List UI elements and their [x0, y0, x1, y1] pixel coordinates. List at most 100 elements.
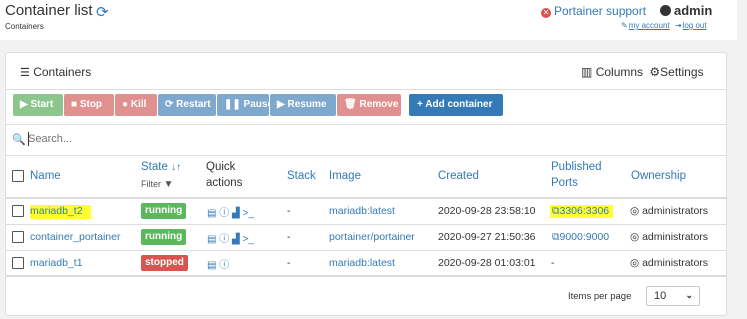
restart-button[interactable]: ⟳ Restart [158, 94, 216, 116]
published-port-value: 3306:3306 [559, 205, 610, 217]
columns-button[interactable]: ▥ Columns [581, 65, 643, 79]
ownership-label: administrators [642, 231, 709, 243]
column-ownership[interactable]: Ownership [631, 170, 686, 182]
row-checkbox[interactable] [12, 257, 24, 269]
table-footer: Items per page 10 ⌄ [6, 275, 726, 316]
refresh-icon[interactable]: ⟳ [96, 3, 109, 21]
account-links: ✎my account ⇥log out [621, 21, 707, 30]
ownership-value: ◎ administrators [630, 231, 708, 243]
times-circle-icon: ✕ [541, 8, 551, 18]
table-row: mariadb_t1 stopped ▤ ⓘ - mariadb:latest … [6, 250, 726, 277]
my-account-link[interactable]: my account [629, 21, 670, 30]
terminal-icon[interactable]: >_ [243, 234, 254, 245]
panel-title: ☰ Containers [20, 65, 91, 79]
status-badge: stopped [141, 255, 188, 271]
logs-icon[interactable]: ▤ [207, 260, 216, 271]
stack-value: - [287, 231, 291, 243]
image-link[interactable]: mariadb:latest [329, 205, 395, 217]
remove-button[interactable]: 🗑 Remove [337, 94, 401, 116]
table-row: mariadb_t2 running ▤ ⓘ ▟ >_ - mariadb:la… [6, 198, 726, 225]
filter-label: Filter [141, 179, 161, 189]
chevron-down-icon: ⌄ [685, 290, 693, 300]
search-icon: 🔍 [12, 134, 26, 146]
pause-label: Pause [243, 99, 274, 110]
gear-icon: ⚙ [649, 65, 661, 79]
info-icon[interactable]: ⓘ [219, 234, 229, 245]
image-link[interactable]: portainer/portainer [329, 231, 415, 243]
settings-label: Settings [660, 65, 704, 79]
table-row: container_portainer running ▤ ⓘ ▟ >_ - p… [6, 224, 726, 251]
container-name-link[interactable]: mariadb_t2 [30, 205, 91, 219]
terminal-icon[interactable]: >_ [243, 208, 254, 219]
list-icon: ☰ [20, 67, 30, 79]
columns-label: Columns [595, 65, 644, 79]
stop-icon: ■ [71, 99, 78, 110]
search-bar: 🔍 [6, 124, 726, 156]
eye-slash-icon: ◎ [630, 205, 640, 217]
pause-button[interactable]: ❚❚ Pause [217, 94, 273, 116]
page-title: Container list [5, 2, 93, 19]
select-all-checkbox[interactable] [12, 170, 24, 182]
column-state[interactable]: State ↓↑ [141, 161, 181, 173]
ownership-label: administrators [642, 257, 709, 269]
search-input[interactable] [28, 132, 708, 146]
container-name-link[interactable]: container_portainer [30, 231, 120, 243]
stack-value: - [287, 257, 291, 269]
log-out-link[interactable]: log out [683, 21, 707, 30]
info-icon[interactable]: ⓘ [219, 208, 229, 219]
portainer-support-link[interactable]: ✕ Portainer support [541, 4, 646, 18]
stats-chart-icon[interactable]: ▟ [232, 234, 240, 245]
start-button[interactable]: ▶ Start [13, 94, 63, 116]
kill-button[interactable]: ● Kill [115, 94, 157, 116]
info-icon[interactable]: ⓘ [219, 260, 229, 271]
user-info: admin [660, 3, 712, 18]
breadcrumb: Containers [5, 22, 44, 31]
stop-button[interactable]: ■ Stop [64, 94, 114, 116]
username: admin [674, 3, 713, 18]
items-per-page-select[interactable]: 10 ⌄ [646, 286, 700, 306]
user-icon [660, 5, 671, 16]
stop-label: Stop [79, 99, 103, 110]
remove-label: Remove [359, 99, 399, 110]
logs-icon[interactable]: ▤ [207, 208, 216, 219]
page-scrollbar[interactable] [737, 0, 747, 319]
column-quick-actions-line-2: actions [206, 177, 243, 189]
action-toolbar: ▶ Start ■ Stop ● Kill ⟳ Restart ❚❚ Pause… [6, 90, 726, 122]
panel-title-label: Containers [33, 65, 92, 79]
image-link[interactable]: mariadb:latest [329, 257, 395, 269]
published-port-link[interactable]: ⧉9000:9000 [552, 231, 609, 244]
created-value: 2020-09-27 21:50:36 [438, 231, 536, 243]
column-name[interactable]: Name [30, 170, 61, 182]
created-value: 2020-09-28 01:03:01 [438, 257, 536, 269]
containers-panel: ☰ Containers ▥ Columns ⚙Settings ▶ Start… [5, 52, 727, 316]
trash-icon: 🗑 [344, 99, 357, 110]
created-value: 2020-09-28 23:58:10 [438, 205, 536, 217]
resume-button[interactable]: ▶ Resume [270, 94, 336, 116]
quick-actions: ▤ ⓘ [207, 256, 229, 271]
settings-button[interactable]: ⚙Settings [649, 65, 703, 79]
state-filter[interactable]: Filter ▼ [141, 179, 173, 190]
stats-chart-icon[interactable]: ▟ [232, 208, 240, 219]
column-image[interactable]: Image [329, 170, 361, 182]
logs-icon[interactable]: ▤ [207, 234, 216, 245]
published-port-value: - [551, 257, 555, 269]
external-link-icon: ⧉ [552, 205, 560, 217]
column-stack[interactable]: Stack [287, 170, 316, 182]
external-link-icon: ⧉ [552, 231, 560, 243]
table-header: Name State ↓↑ Filter ▼ Quick actions Sta… [6, 155, 726, 199]
add-container-button[interactable]: + Add container [409, 94, 503, 116]
column-published-ports-line-2[interactable]: Ports [551, 177, 578, 189]
container-name-link[interactable]: mariadb_t1 [30, 257, 83, 269]
quick-actions: ▤ ⓘ ▟ >_ [207, 230, 254, 245]
column-state-label: State [141, 161, 168, 173]
kill-label: Kill [130, 99, 147, 110]
row-checkbox[interactable] [12, 205, 24, 217]
column-published-ports-line-1[interactable]: Published [551, 161, 602, 173]
text-cursor [28, 132, 29, 146]
resume-label: Resume [287, 99, 327, 110]
row-checkbox[interactable] [12, 231, 24, 243]
sync-icon: ⟳ [165, 99, 174, 110]
panel-header: ☰ Containers ▥ Columns ⚙Settings [6, 53, 726, 90]
column-created[interactable]: Created [438, 170, 479, 182]
published-port-link[interactable]: ⧉3306:3306 [550, 205, 614, 218]
